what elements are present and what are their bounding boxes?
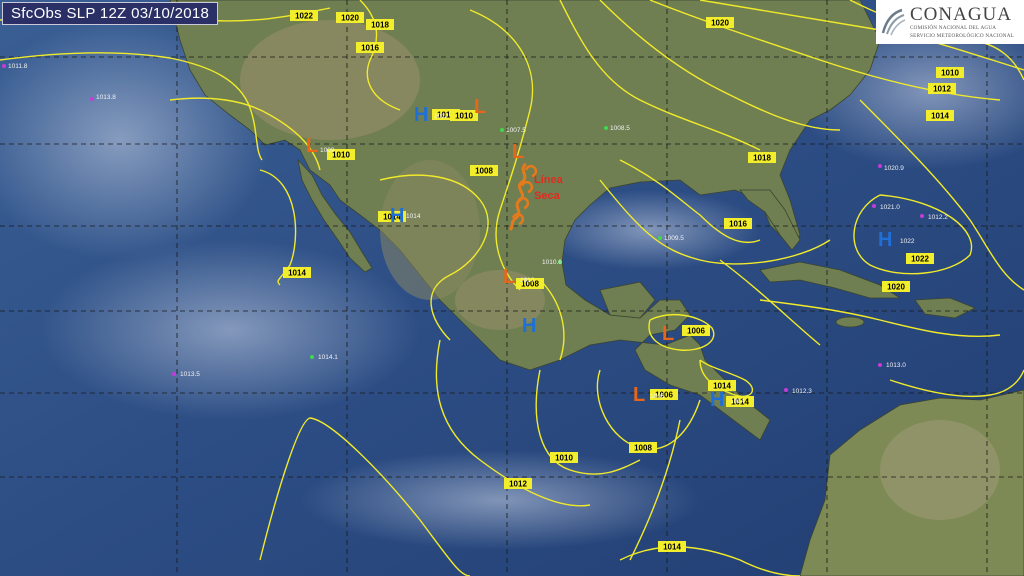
station-value: 1008.5 xyxy=(610,125,630,132)
isobar-label: 1008 xyxy=(470,165,498,176)
low-center: L xyxy=(512,141,524,163)
isobar-label: 1014 xyxy=(926,110,954,121)
isobar-label: 1018 xyxy=(366,19,394,30)
station-value: 1007.5 xyxy=(506,127,526,134)
sierra-madre xyxy=(380,160,480,300)
low-center: L xyxy=(633,384,645,406)
svg-text:1008: 1008 xyxy=(634,444,652,453)
svg-text:1010: 1010 xyxy=(332,151,350,160)
high-center: H xyxy=(390,205,404,227)
svg-text:1020: 1020 xyxy=(341,14,359,23)
logo-line1: COMISIÓN NACIONAL DEL AGUA xyxy=(910,25,997,32)
station-value: 1013.8 xyxy=(96,94,116,101)
weather-map: 1022 1020 1018 1016 1010 1012 1008 1014 … xyxy=(0,0,1024,576)
center-pressure: 1006 xyxy=(650,393,665,400)
isobar-label: 1020 xyxy=(882,281,910,292)
svg-text:1010: 1010 xyxy=(555,454,573,463)
logo-brand: CONAGUA xyxy=(910,4,1012,26)
svg-text:1010: 1010 xyxy=(941,69,959,78)
station-value: 1012.3 xyxy=(792,388,812,395)
center-pressure: 1014 xyxy=(406,213,421,220)
center-pressure: 1010 xyxy=(520,277,535,284)
center-pressure: 1009 xyxy=(320,147,335,154)
isobar-label: 1010 xyxy=(550,452,578,463)
svg-text:1014: 1014 xyxy=(288,269,306,278)
svg-text:1008: 1008 xyxy=(475,167,493,176)
low-center: L xyxy=(662,323,674,345)
land-jamaica xyxy=(835,316,865,328)
center-pressure: 1012 xyxy=(434,113,449,120)
station-value: 1012.2 xyxy=(928,214,948,221)
low-center: L xyxy=(474,96,486,118)
isobar-label: 1020 xyxy=(336,12,364,23)
low-center: L xyxy=(306,135,318,157)
svg-text:1020: 1020 xyxy=(711,19,729,28)
svg-text:1018: 1018 xyxy=(753,154,771,163)
svg-text:1006: 1006 xyxy=(687,327,705,336)
high-center: H xyxy=(414,104,428,126)
isobar-label: 1018 xyxy=(748,152,776,163)
isobar-label: 1006 xyxy=(682,325,710,336)
high-center: H xyxy=(522,315,536,337)
isobar-label: 1016 xyxy=(356,42,384,53)
map-title: SfcObs SLP 12Z 03/10/2018 xyxy=(2,2,219,25)
station-value: 1010.6 xyxy=(542,259,562,266)
station-value: 1013.0 xyxy=(886,362,906,369)
isobar-label: 1014 xyxy=(283,267,311,278)
svg-text:1014: 1014 xyxy=(931,112,949,121)
svg-text:1020: 1020 xyxy=(887,283,905,292)
andes-terrain xyxy=(880,420,1000,520)
svg-text:1014: 1014 xyxy=(663,543,681,552)
conagua-logo: CONAGUA COMISIÓN NACIONAL DEL AGUA SERVI… xyxy=(876,0,1024,44)
isobar-label: 1022 xyxy=(290,10,318,21)
station-value: 1011.8 xyxy=(8,63,28,70)
logo-line2: SERVICIO METEOROLÓGICO NACIONAL xyxy=(910,32,1015,39)
isobar-label: 1016 xyxy=(724,218,752,229)
rocky-mountains xyxy=(240,20,420,140)
svg-text:1012: 1012 xyxy=(933,85,951,94)
center-pressure: 1022 xyxy=(900,238,915,245)
svg-text:1018: 1018 xyxy=(371,21,389,30)
isobar-label: 1008 xyxy=(629,442,657,453)
isobar-label: 1020 xyxy=(706,17,734,28)
station-value: 1020.9 xyxy=(884,165,904,172)
svg-text:1016: 1016 xyxy=(729,220,747,229)
conagua-emblem-icon xyxy=(881,8,906,36)
station-value: 1021.0 xyxy=(880,204,900,211)
low-center: L xyxy=(503,266,515,288)
isobar-label: 1012 xyxy=(928,83,956,94)
svg-text:1022: 1022 xyxy=(295,12,313,21)
svg-text:1016: 1016 xyxy=(361,44,379,53)
svg-text:1010: 1010 xyxy=(455,112,473,121)
cloud-band xyxy=(300,450,700,550)
front-label-line2: Seca xyxy=(534,190,561,202)
station-value: 1013.5 xyxy=(180,371,200,378)
high-center: H xyxy=(710,389,724,411)
high-center: H xyxy=(878,229,892,251)
isobar-label: 1014 xyxy=(658,541,686,552)
isobar-label: 1022 xyxy=(906,253,934,264)
isobar-label: 1010 xyxy=(936,67,964,78)
isobar-label: 1012 xyxy=(504,478,532,489)
station-value: 1014.1 xyxy=(318,354,338,361)
svg-text:1012: 1012 xyxy=(509,480,527,489)
svg-text:1022: 1022 xyxy=(911,255,929,264)
front-label-line1: Línea xyxy=(534,174,564,186)
center-pressure: 1014 xyxy=(730,398,745,405)
surface-analysis-map: 1022 1020 1018 1016 1010 1012 1008 1014 … xyxy=(0,0,1024,576)
station-value: 1009.5 xyxy=(664,235,684,242)
